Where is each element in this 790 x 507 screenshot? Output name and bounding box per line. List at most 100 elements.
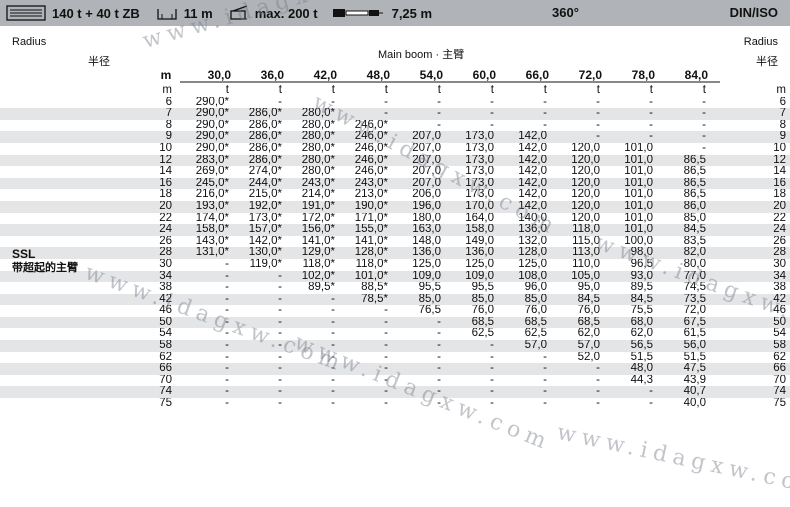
load-cell: 109,0 (449, 270, 502, 283)
unit-t: t (384, 85, 388, 96)
load-cell: 280,0* (301, 142, 335, 154)
load-cell: 290,0* (190, 108, 237, 120)
load-cell: 86,5 (683, 166, 706, 178)
load-cell: 215,0* (248, 189, 282, 201)
load-cell: 119,0* (249, 258, 282, 270)
load-cell: 57,0 (555, 340, 608, 352)
load-cell: 213,0* (354, 189, 388, 201)
radius-cell: 75 (159, 398, 172, 410)
load-cell: 44,3 (630, 374, 653, 386)
capacity-text: max. 200 t (254, 5, 318, 21)
load-cell: - (596, 374, 600, 386)
load-cell: 80,0 (683, 258, 706, 270)
load-cell: 207,0 (412, 166, 441, 178)
radius-cell-right: 12 (714, 154, 790, 167)
load-cell: 89,5* (308, 282, 335, 294)
load-cell: 95,5 (418, 282, 441, 294)
load-cell: 76,5 (418, 305, 441, 317)
table-row: 14 269,0* 274,0* 280,0* 246,0* 207,0 173,0 142,… (0, 166, 790, 178)
load-cell: - (490, 119, 494, 131)
load-cell: - (237, 363, 290, 375)
load-cell: 85,0 (396, 293, 449, 306)
load-cell: - (502, 363, 555, 375)
load-cell: 216,0* (195, 189, 229, 201)
load-cell: 85,0 (502, 293, 555, 306)
load-cell: 75,5 (630, 305, 653, 317)
load-cell: 120,0 (555, 154, 608, 167)
radius-cell: 22 (159, 212, 172, 224)
load-cell: - (396, 108, 449, 120)
width-item: 7,25 m (332, 6, 432, 21)
load-cell: 170,0 (449, 200, 502, 213)
radius-cell-right: 74 (714, 386, 790, 399)
config-code: SSL (12, 247, 36, 261)
load-cell: 190,0* (343, 200, 396, 213)
load-cell: 143,0* (195, 235, 229, 247)
load-cell: 136,0 (449, 247, 502, 259)
load-cell: - (331, 351, 335, 363)
load-cell: 101,0 (608, 177, 661, 190)
load-cell: - (225, 351, 229, 363)
load-cell: 130,0* (237, 247, 290, 259)
load-cell: - (343, 316, 396, 329)
slew-text: 360° (552, 5, 579, 20)
radius-cell: 16 (0, 177, 190, 190)
load-cell: 52,0 (577, 351, 600, 363)
load-cell: 129,0* (290, 247, 343, 259)
crane-icon (230, 5, 247, 20)
load-cell: 62,0 (577, 328, 600, 340)
radius-cell: 38 (159, 282, 172, 294)
load-cell: - (596, 96, 600, 108)
load-cell: 125,0 (465, 258, 494, 270)
radius-cell-right: 75 (773, 398, 786, 410)
config-label: SSL 带超起的主臂 (12, 247, 80, 275)
radius-cell-right: 22 (773, 212, 786, 224)
table-row: 38 - - 89,5* 88,5* 95,5 95,5 96,0 95,0 89,5 74,5 38 (0, 282, 790, 294)
load-cell: - (596, 398, 600, 410)
load-cell: 77,0 (661, 270, 714, 283)
load-cell: 173,0 (465, 142, 494, 154)
load-cell: 280,0* (301, 166, 335, 178)
load-cell: - (225, 305, 229, 317)
load-cell: 280,0* (290, 154, 343, 167)
table-row: 20 193,0* 192,0* 191,0* 190,0* 196,0 170,0 142,… (0, 200, 790, 213)
load-cell: 76,0 (577, 305, 600, 317)
radius-cell-right: 58 (714, 340, 790, 352)
load-cell: - (290, 386, 343, 399)
m-label: m (160, 68, 172, 82)
load-cell: 108,0 (502, 270, 555, 283)
load-cell: 48,0 (608, 363, 661, 375)
load-cell: 283,0* (190, 154, 237, 167)
load-cell: - (384, 96, 388, 108)
load-cell: - (237, 340, 290, 352)
load-cell: - (331, 328, 335, 340)
load-cell: - (384, 374, 388, 386)
load-cell: 98,0 (608, 247, 661, 259)
table-row: 75 - - - - - - - - - 40,0 75 (0, 398, 790, 410)
load-cell: 196,0 (396, 200, 449, 213)
unit-t: t (225, 85, 229, 96)
load-cell: - (225, 258, 229, 270)
radius-cell-right: 16 (714, 177, 790, 190)
load-cell: - (190, 363, 237, 375)
table-row: 12 283,0* 286,0* 280,0* 246,0* 207,0 173,0 142,… (0, 154, 790, 167)
load-cell: 286,0* (248, 142, 282, 154)
boom-length-1: 36,0 (260, 68, 284, 82)
load-cell: 67,5 (661, 316, 714, 329)
load-cell: - (343, 340, 396, 352)
load-cell: 142,0 (518, 166, 547, 178)
radius-cell-right: 10 (773, 142, 786, 154)
load-cell: 142,0 (518, 142, 547, 154)
unit-row: mttttttttttm (0, 85, 790, 97)
load-cell: 173,0 (449, 131, 502, 143)
load-cell: 125,0 (518, 258, 547, 270)
load-cell: 173,0 (465, 189, 494, 201)
radius-cell-right: 28 (714, 247, 790, 259)
boom-length-2: 42,0 (313, 68, 337, 82)
table-row: 7 290,0* 286,0* 280,0* - - - - - - -7 (0, 108, 790, 120)
load-cell: - (396, 386, 449, 399)
load-cell: 207,0 (412, 142, 441, 154)
load-cell: - (449, 386, 502, 399)
load-cell: - (437, 96, 441, 108)
load-cell: 62,5 (471, 328, 494, 340)
